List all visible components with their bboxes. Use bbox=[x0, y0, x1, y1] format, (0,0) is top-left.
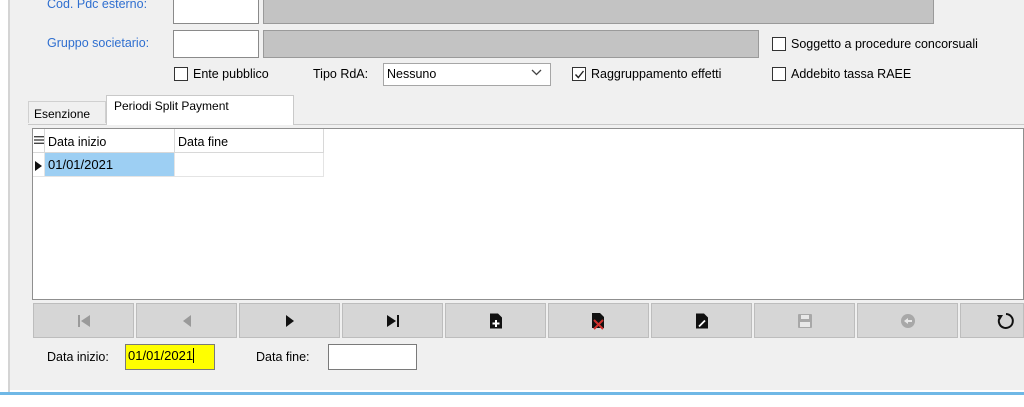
data-inizio-edit-label: Data inizio: bbox=[47, 350, 109, 364]
soggetto-procedure-label: Soggetto a procedure concorsuali bbox=[791, 37, 978, 51]
tipo-rda-select[interactable]: Nessuno bbox=[383, 63, 551, 86]
post-record-button[interactable] bbox=[754, 303, 855, 338]
last-record-button[interactable] bbox=[342, 303, 443, 338]
chevron-down-icon bbox=[531, 69, 542, 76]
data-fine-edit-field[interactable] bbox=[328, 344, 417, 370]
cancel-edit-icon bbox=[900, 313, 915, 328]
save-icon bbox=[797, 313, 812, 328]
pdc-esterno-label: Cod. Pdc esterno: bbox=[47, 0, 148, 11]
last-record-icon bbox=[386, 314, 399, 327]
gruppo-societario-code-field[interactable] bbox=[173, 30, 259, 58]
first-record-icon bbox=[77, 314, 90, 327]
addebito-raee-checkbox[interactable] bbox=[772, 67, 786, 81]
tab-esenzione[interactable]: Esenzione bbox=[28, 101, 106, 123]
first-record-button[interactable] bbox=[33, 303, 134, 338]
pdc-esterno-description-field bbox=[263, 0, 934, 24]
refresh-button[interactable] bbox=[960, 303, 1024, 338]
current-row-arrow-icon bbox=[35, 161, 42, 171]
cancel-edit-button[interactable] bbox=[857, 303, 958, 338]
next-record-button[interactable] bbox=[239, 303, 340, 338]
raggruppamento-effetti-label: Raggruppamento effetti bbox=[591, 67, 722, 81]
insert-record-button[interactable] bbox=[445, 303, 546, 338]
addebito-raee-label: Addebito tassa RAEE bbox=[791, 67, 912, 81]
split-payment-grid[interactable]: Data inizio Data fine 01/01/2021 bbox=[32, 128, 1024, 300]
panel-left-border bbox=[8, 0, 10, 392]
gruppo-societario-description-field bbox=[263, 30, 759, 58]
ente-pubblico-label: Ente pubblico bbox=[193, 67, 269, 81]
tab-periodi-split-payment[interactable]: Periodi Split Payment bbox=[106, 95, 294, 125]
column-header-data-inizio[interactable]: Data inizio bbox=[45, 129, 175, 153]
data-inizio-edit-value: 01/01/2021 bbox=[128, 348, 194, 363]
table-row[interactable]: 01/01/2021 bbox=[33, 153, 324, 177]
prior-record-icon bbox=[182, 314, 191, 327]
hamburger-icon bbox=[34, 136, 44, 144]
refresh-icon bbox=[997, 312, 1014, 329]
gruppo-societario-label: Gruppo societario: bbox=[47, 36, 150, 50]
cell-data-fine[interactable] bbox=[175, 153, 324, 176]
pdc-esterno-code-field[interactable] bbox=[173, 0, 259, 24]
delete-record-icon bbox=[591, 312, 604, 330]
next-record-icon bbox=[285, 314, 294, 327]
data-fine-edit-label: Data fine: bbox=[256, 350, 310, 364]
cell-data-inizio[interactable]: 01/01/2021 bbox=[45, 153, 175, 176]
data-inizio-edit-field[interactable]: 01/01/2021 bbox=[125, 344, 215, 370]
edit-record-icon bbox=[695, 313, 708, 328]
insert-record-icon bbox=[489, 313, 502, 328]
grid-header: Data inizio Data fine bbox=[33, 129, 324, 153]
panel-bottom-border bbox=[0, 392, 1024, 395]
soggetto-procedure-checkbox[interactable] bbox=[772, 37, 786, 51]
ente-pubblico-checkbox[interactable] bbox=[174, 67, 188, 81]
text-caret bbox=[193, 348, 195, 363]
checkmark-icon bbox=[574, 70, 585, 79]
row-indicator bbox=[33, 153, 45, 176]
tipo-rda-label: Tipo RdA: bbox=[313, 67, 369, 81]
prior-record-button[interactable] bbox=[136, 303, 237, 338]
edit-record-button[interactable] bbox=[651, 303, 752, 338]
tipo-rda-value: Nessuno bbox=[387, 67, 437, 81]
delete-record-button[interactable] bbox=[548, 303, 649, 338]
column-header-data-fine[interactable]: Data fine bbox=[175, 129, 324, 153]
raggruppamento-effetti-checkbox[interactable] bbox=[572, 67, 586, 81]
grid-menu-icon[interactable] bbox=[33, 129, 45, 153]
